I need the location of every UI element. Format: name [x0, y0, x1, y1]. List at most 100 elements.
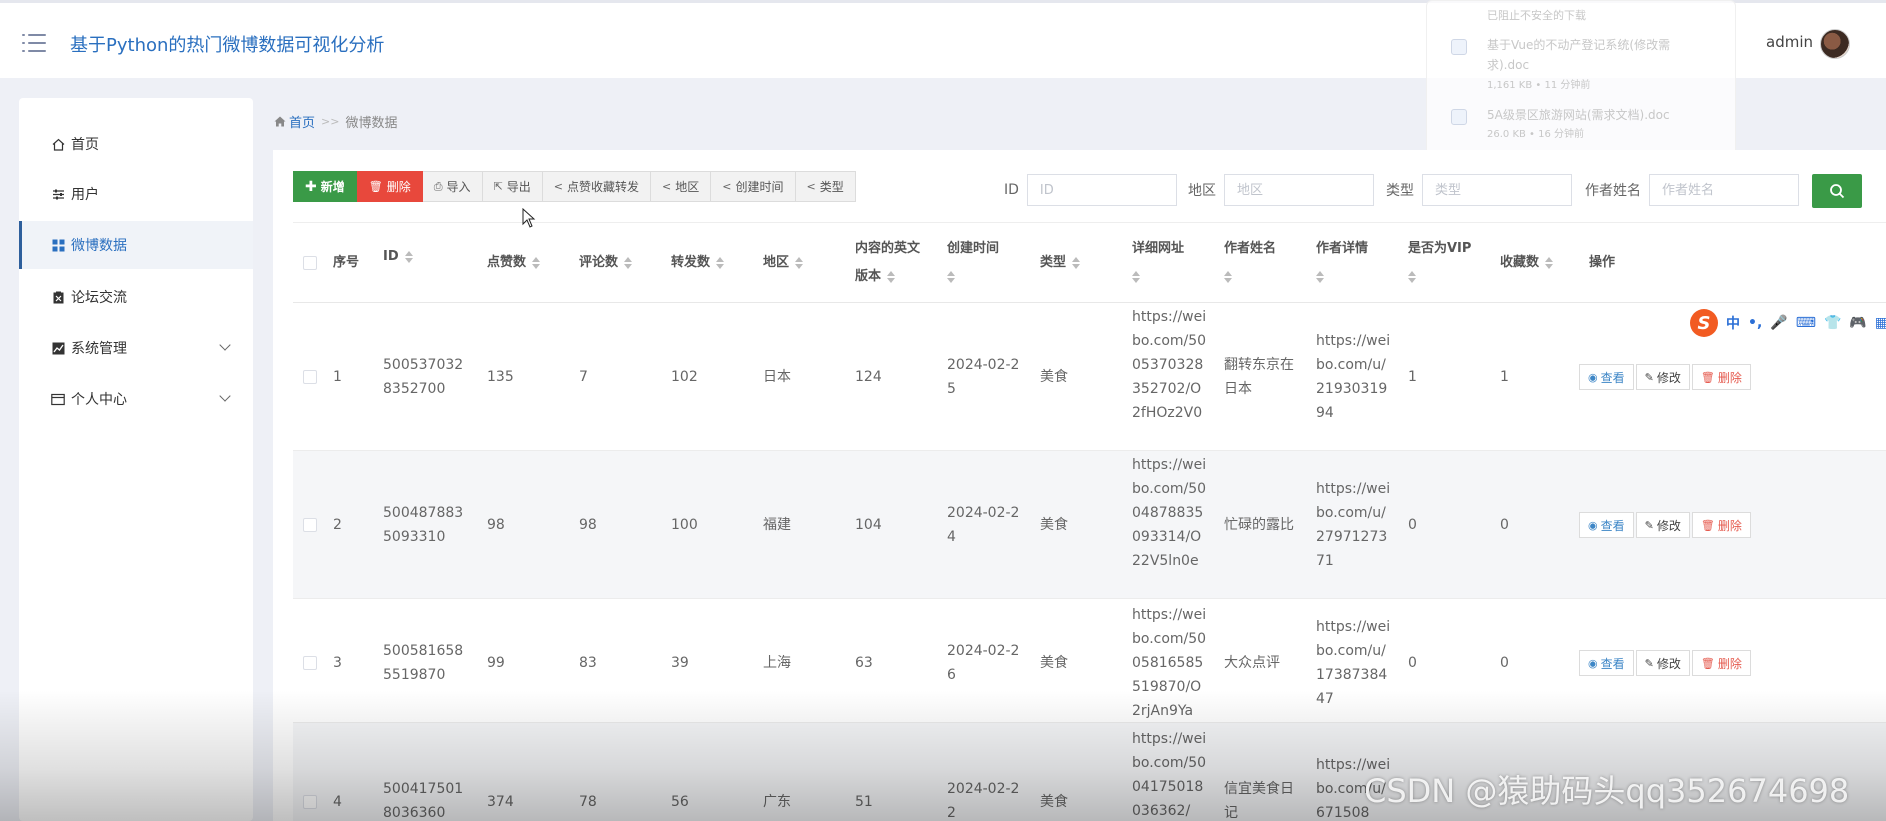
- ime-mode[interactable]: 中: [1726, 313, 1740, 333]
- ime-punct[interactable]: •,: [1748, 315, 1762, 331]
- row-checkbox[interactable]: [303, 656, 317, 670]
- sidebar-item-home[interactable]: 首页: [19, 120, 253, 168]
- apps-icon[interactable]: ▦: [1875, 315, 1886, 331]
- cell-url[interactable]: https://weibo.com/5005816585519870/O2rjA…: [1132, 603, 1208, 723]
- plus-icon: ✚: [305, 178, 317, 195]
- ime-toolbar[interactable]: S 中 •, 🎤 ⌨ 👕 🎮 ▦: [1690, 308, 1886, 338]
- breadcrumb-separator: >>: [321, 115, 340, 128]
- add-button[interactable]: ✚ 新增: [293, 171, 357, 202]
- filter-label: 地区: [1188, 183, 1216, 199]
- cell-reposts: 102: [671, 369, 698, 385]
- row-delete-button[interactable]: 🗑 删除: [1691, 650, 1751, 676]
- cell-author-url[interactable]: https://weibo.com/u/2193031994: [1316, 329, 1392, 425]
- view-label: 查看: [1600, 656, 1625, 671]
- cell-id: 5005816585519870: [383, 643, 464, 683]
- col-reposts[interactable]: 转发数: [671, 249, 725, 277]
- table-row: 1 5005370328352700 135 7 102 日本 124 2024…: [293, 303, 1886, 451]
- microphone-icon[interactable]: 🎤: [1770, 315, 1787, 331]
- breadcrumb-home[interactable]: 首页: [274, 112, 315, 131]
- stat-type-label: 类型: [819, 180, 844, 194]
- col-likes[interactable]: 点赞数: [487, 249, 541, 277]
- cell-likes: 99: [487, 655, 505, 671]
- col-vip[interactable]: 是否为VIP: [1408, 235, 1471, 291]
- col-id[interactable]: ID: [383, 243, 413, 271]
- row-delete-button[interactable]: 🗑 删除: [1691, 512, 1751, 538]
- cell-url[interactable]: https://weibo.com/5004175018036362/: [1132, 727, 1208, 821]
- row-delete-button[interactable]: 🗑 删除: [1691, 364, 1751, 390]
- author-input[interactable]: [1649, 174, 1799, 206]
- region-input[interactable]: [1224, 174, 1374, 206]
- username-label[interactable]: admin: [1766, 33, 1813, 51]
- sort-icon: [947, 270, 955, 283]
- cell-reposts: 56: [671, 794, 689, 810]
- stat-region-button[interactable]: < 地区: [651, 171, 712, 202]
- home-icon: [51, 137, 65, 151]
- stat-time-button[interactable]: < 创建时间: [711, 171, 796, 202]
- col-author-url[interactable]: 作者详情: [1316, 235, 1368, 291]
- filter-label: 类型: [1386, 183, 1414, 199]
- col-region[interactable]: 地区: [763, 249, 804, 277]
- skin-icon[interactable]: 👕: [1824, 315, 1841, 331]
- sidebar-item-system[interactable]: 系统管理: [19, 324, 253, 372]
- col-author[interactable]: 作者姓名: [1224, 235, 1276, 291]
- type-input[interactable]: [1422, 174, 1572, 206]
- sidebar-item-label: 系统管理: [71, 341, 127, 357]
- trash-icon: 🗑: [1700, 518, 1715, 532]
- keyboard-icon[interactable]: ⌨: [1796, 315, 1816, 331]
- row-checkbox[interactable]: [303, 370, 317, 384]
- delete-button[interactable]: 🗑 删除: [356, 171, 423, 202]
- edit-button[interactable]: ✎ 修改: [1635, 512, 1690, 538]
- cell-author-url[interactable]: https://weibo.com/u/1738738447: [1316, 615, 1392, 711]
- filter-region: 地区: [1188, 174, 1374, 206]
- col-comments[interactable]: 评论数: [579, 249, 633, 277]
- edit-label: 修改: [1656, 370, 1681, 385]
- select-all-checkbox[interactable]: [303, 256, 317, 270]
- search-button[interactable]: [1812, 174, 1862, 208]
- delete-label: 删除: [1717, 656, 1742, 671]
- sort-icon: [1408, 270, 1416, 283]
- sidebar-item-forum[interactable]: 论坛交流: [19, 273, 253, 321]
- stat-likes-button[interactable]: < 点赞收藏转发: [542, 171, 652, 202]
- mouse-cursor-icon: [522, 207, 536, 232]
- sidebar-item-weibo-data[interactable]: 微博数据: [19, 221, 253, 269]
- add-button-label: 新增: [320, 180, 345, 194]
- view-button[interactable]: ◉ 查看: [1579, 364, 1634, 390]
- col-favs[interactable]: 收藏数: [1500, 249, 1554, 277]
- import-button-label: 导入: [446, 180, 471, 194]
- cell-author-url[interactable]: https://weibo.com/u/2797127371: [1316, 477, 1392, 573]
- cell-author: 翻转东京在日本: [1224, 357, 1294, 397]
- sort-icon: [1072, 256, 1081, 269]
- filter-label: ID: [1004, 182, 1019, 198]
- avatar[interactable]: [1820, 29, 1850, 59]
- col-id-label: ID: [383, 249, 399, 264]
- sidebar-item-profile[interactable]: 个人中心: [19, 375, 253, 423]
- cell-comments: 83: [579, 655, 597, 671]
- cell-region: 福建: [763, 517, 791, 533]
- watermark: CSDN @猿助码头qq352674698: [1364, 772, 1850, 810]
- col-english[interactable]: 内容的英文版本: [855, 235, 931, 291]
- cell-url[interactable]: https://weibo.com/5004878835093314/O22V5…: [1132, 453, 1208, 573]
- view-button[interactable]: ◉ 查看: [1579, 650, 1634, 676]
- cell-created: 2024-02-25: [947, 357, 1020, 397]
- id-input[interactable]: [1026, 174, 1177, 206]
- delete-button-label: 删除: [386, 180, 411, 194]
- col-url[interactable]: 详细网址: [1132, 235, 1184, 291]
- col-type[interactable]: 类型: [1040, 249, 1081, 277]
- cell-reposts: 39: [671, 655, 689, 671]
- row-checkbox[interactable]: [303, 795, 317, 809]
- cell-url[interactable]: https://weibo.com/5005370328352702/O2fHO…: [1132, 305, 1208, 425]
- row-checkbox[interactable]: [303, 518, 317, 532]
- import-button[interactable]: ⎙ 导入: [422, 171, 483, 202]
- edit-button[interactable]: ✎ 修改: [1635, 364, 1690, 390]
- edit-button[interactable]: ✎ 修改: [1635, 650, 1690, 676]
- sort-icon: [795, 256, 804, 269]
- view-button[interactable]: ◉ 查看: [1579, 512, 1634, 538]
- col-created[interactable]: 创建时间: [947, 235, 1023, 291]
- col-vip-label: 是否为VIP: [1408, 241, 1472, 256]
- stat-type-button[interactable]: < 类型: [795, 171, 856, 202]
- export-button[interactable]: ⇱ 导出: [482, 171, 543, 202]
- game-icon[interactable]: 🎮: [1849, 315, 1866, 331]
- sidebar-item-users[interactable]: 用户: [19, 170, 253, 218]
- menu-toggle-icon[interactable]: [22, 33, 46, 53]
- main-panel: ✚ 新增 🗑 删除 ⎙ 导入 ⇱ 导出 < 点赞收藏转发 < 地区 < 创建时间 < 类型 ID…: [273, 150, 1886, 821]
